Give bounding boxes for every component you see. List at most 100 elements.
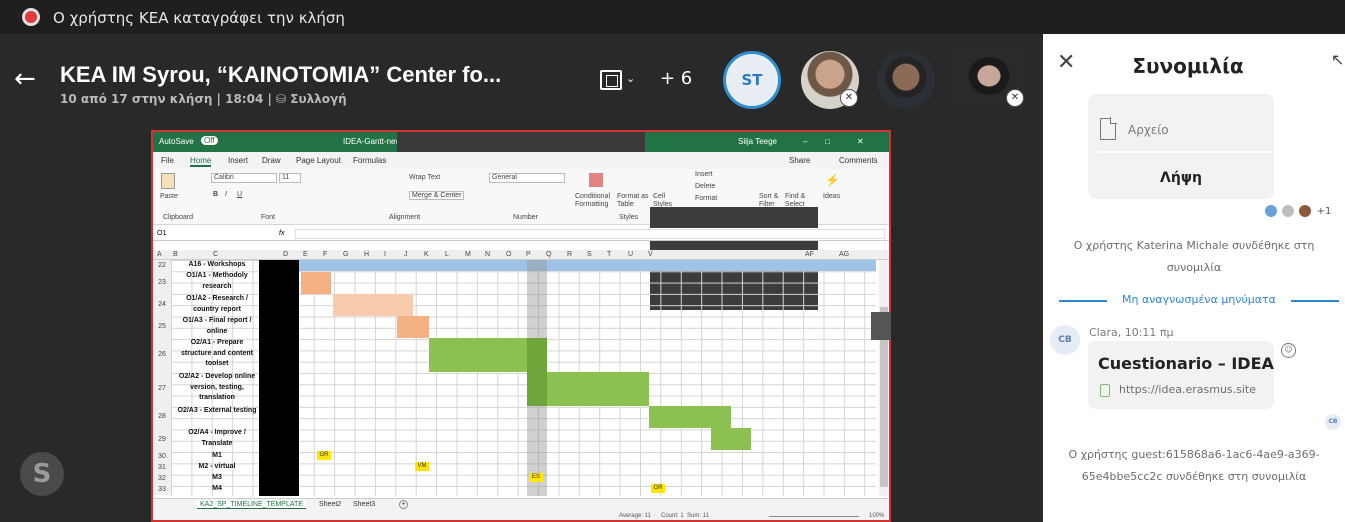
- task-label[interactable]: O1/A1 - Methodoly research: [175, 271, 259, 294]
- sheet-tab[interactable]: Sheet3: [353, 501, 375, 508]
- chevron-down-icon[interactable]: ⌄: [626, 72, 635, 85]
- row-number[interactable]: 24: [153, 294, 171, 316]
- close-icon[interactable]: ✕: [857, 137, 864, 146]
- insert-button[interactable]: Insert: [695, 171, 713, 178]
- column-header[interactable]: L: [445, 251, 449, 258]
- task-label[interactable]: O1/A3 - Final report / online: [175, 316, 259, 338]
- tab-draw[interactable]: Draw: [262, 156, 281, 165]
- paste-label[interactable]: Paste: [160, 193, 178, 200]
- minimize-icon[interactable]: –: [803, 137, 807, 146]
- formula-input[interactable]: [295, 229, 885, 239]
- comments-button[interactable]: Comments: [839, 156, 878, 165]
- task-label[interactable]: A16 - Workshops: [175, 260, 259, 271]
- row-number[interactable]: 26: [153, 338, 171, 372]
- column-header[interactable]: H: [364, 251, 369, 258]
- task-label[interactable]: O1/A2 - Research / country report: [175, 294, 259, 316]
- column-header[interactable]: A: [157, 251, 162, 258]
- bold-button[interactable]: B: [213, 191, 218, 198]
- column-header[interactable]: AF: [805, 251, 814, 258]
- more-participants-button[interactable]: + 6: [660, 68, 692, 89]
- delete-button[interactable]: Delete: [695, 183, 715, 190]
- underline-button[interactable]: U: [237, 191, 242, 198]
- format-button[interactable]: Format: [695, 195, 717, 202]
- column-header[interactable]: U: [628, 251, 633, 258]
- row-number[interactable]: 29: [153, 428, 171, 451]
- participant-video-2[interactable]: [877, 51, 935, 109]
- task-label[interactable]: M2 - virtual: [175, 462, 259, 473]
- ideas-button[interactable]: Ideas: [823, 193, 840, 200]
- sender-avatar[interactable]: CB: [1050, 325, 1080, 355]
- column-header[interactable]: S: [587, 251, 592, 258]
- ideas-icon[interactable]: ⚡: [825, 173, 840, 187]
- name-box[interactable]: O1: [157, 230, 166, 237]
- zoom-slider[interactable]: [769, 516, 859, 517]
- conditional-formatting-icon[interactable]: [589, 173, 603, 187]
- column-header[interactable]: C: [213, 251, 218, 258]
- paste-icon[interactable]: [161, 173, 175, 189]
- task-label[interactable]: O2/A3 - External testing: [175, 406, 259, 428]
- row-number[interactable]: 28: [153, 406, 171, 428]
- task-label[interactable]: O2/A4 - Improve / Translate: [175, 428, 259, 451]
- row-number[interactable]: 33: [153, 484, 171, 495]
- column-header[interactable]: T: [607, 251, 611, 258]
- share-button[interactable]: Share: [789, 156, 810, 165]
- task-label[interactable]: M1: [175, 451, 259, 462]
- conditional-formatting-button[interactable]: Conditional Formatting: [575, 193, 615, 209]
- row-number[interactable]: 32: [153, 473, 171, 484]
- tab-home[interactable]: Home: [190, 156, 212, 167]
- font-size-select[interactable]: 11: [279, 173, 301, 183]
- column-header[interactable]: J: [404, 251, 408, 258]
- message-bubble[interactable]: Cuestionario – IDEA https://idea.erasmus…: [1088, 341, 1274, 409]
- tab-insert[interactable]: Insert: [228, 156, 248, 165]
- file-message-card[interactable]: Αρχείο Λήψη: [1088, 94, 1274, 199]
- maximize-icon[interactable]: □: [825, 137, 830, 146]
- number-format-select[interactable]: General: [489, 173, 565, 183]
- layout-switch-icon[interactable]: [600, 70, 622, 90]
- column-header[interactable]: V: [648, 251, 653, 258]
- zoom-level[interactable]: 100%: [869, 513, 884, 519]
- fx-icon[interactable]: fx: [279, 230, 284, 237]
- participant-avatar-st[interactable]: ST: [723, 51, 781, 109]
- column-header[interactable]: B: [173, 251, 178, 258]
- column-header[interactable]: K: [424, 251, 429, 258]
- tab-file[interactable]: File: [161, 156, 174, 165]
- sheet-tab[interactable]: Sheet2: [319, 501, 341, 508]
- column-header[interactable]: F: [323, 251, 327, 258]
- merge-center-button[interactable]: Merge & Center: [409, 191, 465, 200]
- column-header[interactable]: M: [465, 251, 471, 258]
- task-label[interactable]: O2/A1 - Prepare structure and content to…: [175, 338, 259, 372]
- column-header[interactable]: D: [283, 251, 288, 258]
- tab-page-layout[interactable]: Page Layout: [296, 156, 341, 165]
- italic-button[interactable]: I: [225, 191, 227, 198]
- column-header[interactable]: N: [485, 251, 490, 258]
- row-number[interactable]: 27: [153, 372, 171, 406]
- row-number[interactable]: 25: [153, 316, 171, 338]
- column-header[interactable]: P: [526, 251, 531, 258]
- row-number[interactable]: 30: [153, 451, 171, 462]
- column-header[interactable]: I: [384, 251, 386, 258]
- task-label[interactable]: O2/A2 - Develop online version, testing,…: [175, 372, 259, 406]
- add-sheet-icon[interactable]: +: [399, 500, 408, 509]
- task-label[interactable]: M3: [175, 473, 259, 484]
- autosave-label[interactable]: AutoSave: [159, 137, 194, 146]
- column-header[interactable]: Q: [546, 251, 551, 258]
- emoji-reaction-icon[interactable]: ☺: [1281, 343, 1296, 358]
- row-number[interactable]: 23: [153, 271, 171, 294]
- sheet-tab-active[interactable]: KA2_SP_TIMELINE_TEMPLATE: [197, 501, 306, 509]
- column-header[interactable]: R: [567, 251, 572, 258]
- wrap-text-button[interactable]: Wrap Text: [409, 174, 440, 181]
- column-header[interactable]: E: [303, 251, 308, 258]
- back-arrow-icon[interactable]: ←: [14, 66, 40, 92]
- column-header[interactable]: AG: [839, 251, 849, 258]
- collapsed-panel-tab[interactable]: [871, 312, 891, 340]
- expand-icon[interactable]: ↖: [1331, 50, 1344, 69]
- format-as-table-button[interactable]: Format as Table: [617, 193, 651, 209]
- task-label[interactable]: M4: [175, 484, 259, 495]
- column-header[interactable]: G: [343, 251, 348, 258]
- read-receipts[interactable]: +1: [1265, 205, 1331, 217]
- row-number[interactable]: 31: [153, 462, 171, 473]
- column-header[interactable]: O: [506, 251, 511, 258]
- row-number[interactable]: 22: [153, 260, 171, 271]
- font-name-select[interactable]: Calibri: [211, 173, 277, 183]
- tab-formulas[interactable]: Formulas: [353, 156, 386, 165]
